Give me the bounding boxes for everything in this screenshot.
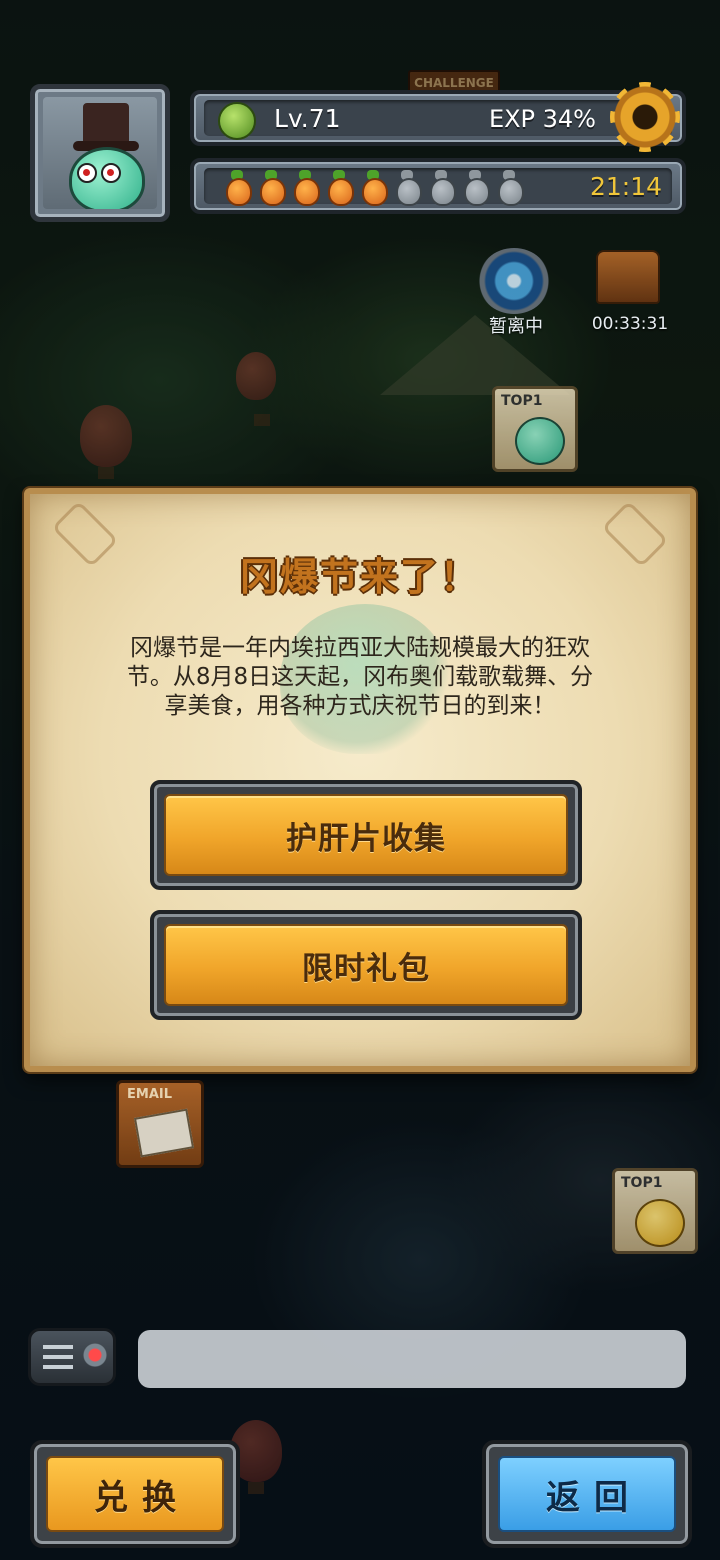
avatar-eye xyxy=(101,163,121,183)
portal-icon[interactable] xyxy=(478,248,550,314)
description-line: 冈爆节是一年内埃拉西亚大陆规模最大的狂欢 xyxy=(130,635,590,661)
description-line: 享美食，用各种方式庆祝节日的到来！ xyxy=(164,693,556,719)
back-button[interactable]: 返回 xyxy=(482,1440,692,1548)
collect-button-label: 护肝片收集 xyxy=(286,820,446,857)
leaf-icon xyxy=(218,102,256,140)
top-rank-tag: TOP1 xyxy=(621,1175,663,1191)
top-rank-tag: TOP1 xyxy=(501,393,543,409)
top-hat xyxy=(83,103,129,145)
energy-timer: 21:14 xyxy=(589,172,662,201)
dialog-description: 冈爆节是一年内埃拉西亚大陆规模最大的狂欢 节。从8月8日这天起，冈布奥们载歌载舞… xyxy=(84,634,636,721)
dialog-title: 冈爆节来了！ xyxy=(239,555,480,599)
rank-avatar-icon xyxy=(515,417,565,465)
carrot-full-icon xyxy=(324,170,354,206)
carrot-empty-icon xyxy=(460,170,490,206)
carrot-full-icon xyxy=(358,170,388,206)
exchange-button[interactable]: 兑换 xyxy=(30,1440,240,1548)
exchange-button-label: 兑换 xyxy=(94,1477,190,1518)
carrot-full-icon xyxy=(256,170,286,206)
limited-gift-button[interactable]: 限时礼包 xyxy=(150,910,582,1020)
top-rank-card[interactable]: TOP1 xyxy=(492,386,578,472)
treasure-chest-icon[interactable] xyxy=(596,250,660,304)
carrot-row xyxy=(222,170,524,206)
exp-label: EXP 34% xyxy=(488,105,596,133)
gift-button-label: 限时礼包 xyxy=(302,950,430,987)
chat-input[interactable] xyxy=(138,1330,686,1388)
menu-lines-icon xyxy=(43,1345,73,1349)
back-button-label: 返回 xyxy=(546,1477,642,1518)
carrot-full-icon xyxy=(222,170,252,206)
mail-label: EMAIL xyxy=(127,1087,172,1102)
energy-bar: 21:14 xyxy=(190,158,686,214)
record-dot-icon xyxy=(83,1343,107,1367)
portal-status-label: 暂离中 xyxy=(489,316,543,337)
carrot-empty-icon xyxy=(494,170,524,206)
envelope-icon xyxy=(133,1108,195,1158)
carrot-empty-icon xyxy=(392,170,422,206)
collect-button[interactable]: 护肝片收集 xyxy=(150,780,582,890)
chest-timer: 00:33:31 xyxy=(591,314,669,334)
carrot-full-icon xyxy=(290,170,320,206)
event-dialog: 冈爆节来了！ 冈爆节是一年内埃拉西亚大陆规模最大的狂欢 节。从8月8日这天起，冈… xyxy=(24,488,696,1072)
rank-avatar-icon xyxy=(635,1199,685,1247)
avatar-eye xyxy=(77,163,97,183)
level-label: Lv.71 xyxy=(274,104,341,133)
mail-icon[interactable]: EMAIL xyxy=(116,1080,204,1168)
carrot-empty-icon xyxy=(426,170,456,206)
gear-icon[interactable] xyxy=(610,82,680,152)
top-rank-card[interactable]: TOP1 xyxy=(612,1168,698,1254)
chat-menu-button[interactable] xyxy=(28,1328,116,1386)
avatar-portrait xyxy=(43,97,157,209)
description-line: 节。从8月8日这天起，冈布奥们载歌载舞、分 xyxy=(126,664,594,690)
player-avatar[interactable] xyxy=(30,84,170,222)
